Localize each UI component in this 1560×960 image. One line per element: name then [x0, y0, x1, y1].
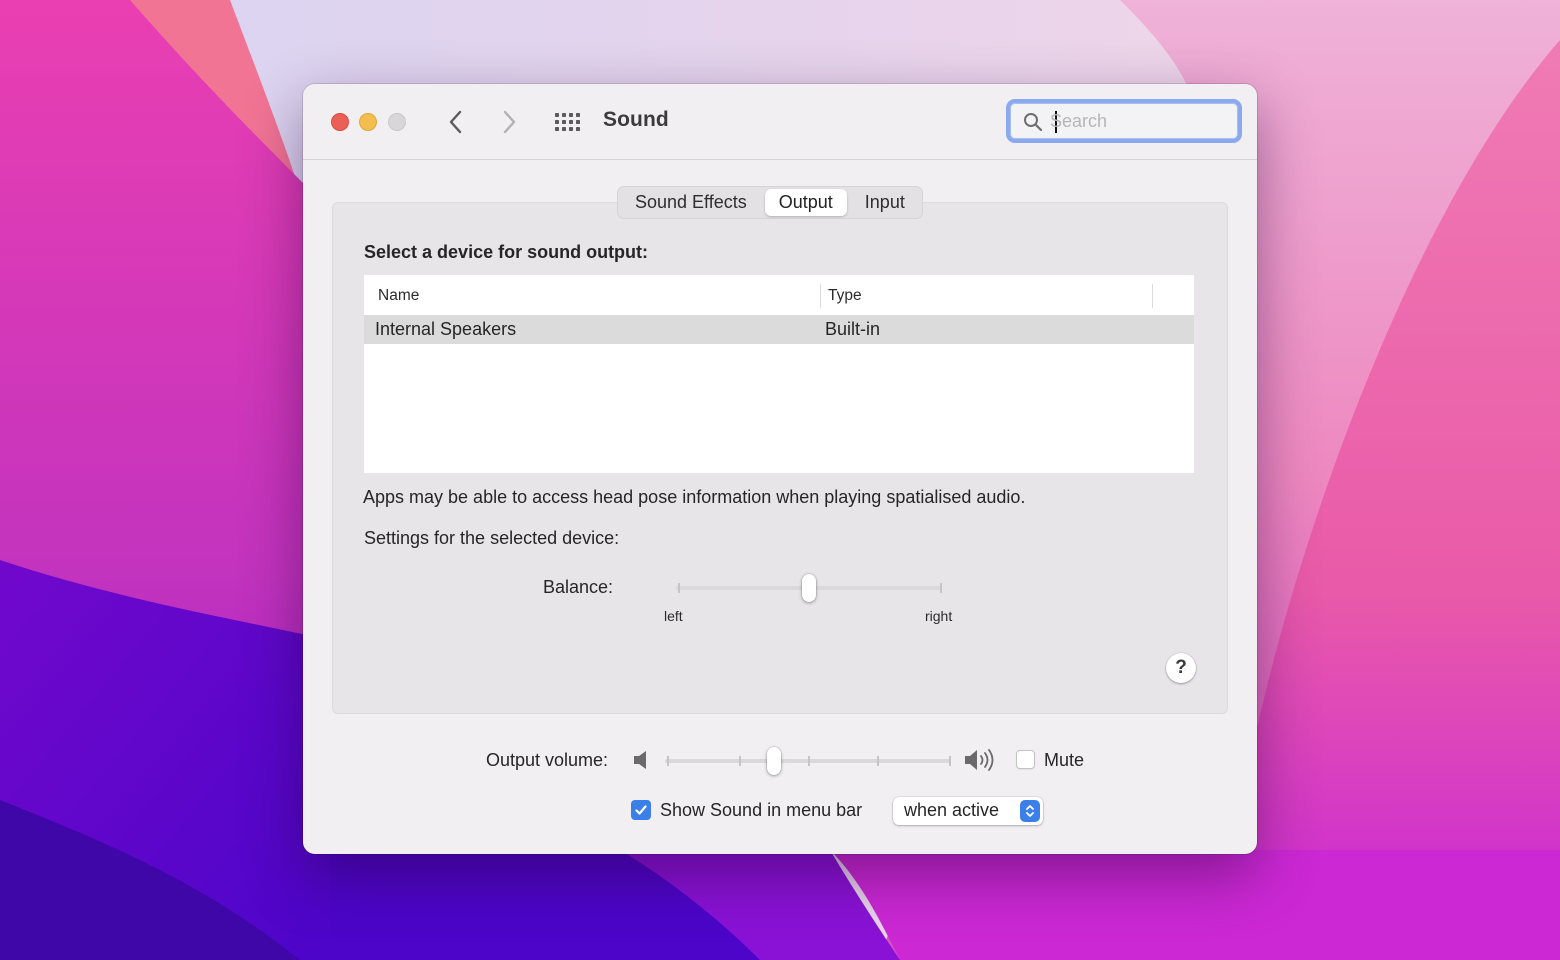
search-input[interactable] — [1050, 108, 1230, 134]
balance-slider[interactable] — [676, 573, 942, 603]
show-in-menu-bar-label[interactable]: Show Sound in menu bar — [660, 800, 862, 821]
slider-tick — [877, 756, 879, 766]
back-button[interactable] — [444, 108, 468, 136]
output-volume-slider[interactable] — [665, 746, 951, 776]
popup-value: when active — [904, 800, 1000, 820]
slider-tick — [667, 756, 669, 766]
speaker-high-icon — [965, 749, 994, 771]
output-volume-label: Output volume: — [486, 750, 609, 770]
output-device-table[interactable]: Name Type Internal Speakers Built-in — [364, 275, 1194, 473]
help-button[interactable]: ? — [1166, 653, 1196, 683]
device-settings-label: Settings for the selected device: — [364, 528, 620, 548]
tab-sound-effects[interactable]: Sound Effects — [621, 189, 761, 216]
window-title: Sound — [603, 108, 669, 131]
column-divider[interactable] — [1152, 284, 1153, 308]
slider-thumb[interactable] — [801, 574, 816, 602]
balance-left-label: left — [664, 608, 683, 624]
slider-tick — [949, 756, 951, 766]
grid-icon — [555, 113, 580, 131]
slider-thumb[interactable] — [767, 747, 782, 775]
table-row[interactable]: Internal Speakers Built-in — [364, 315, 1194, 344]
zoom-window-button[interactable] — [388, 113, 406, 131]
device-type: Built-in — [825, 319, 881, 339]
slider-tick — [808, 756, 810, 766]
mute-checkbox[interactable] — [1016, 750, 1035, 769]
balance-right-label: right — [925, 608, 953, 624]
title-bar: Sound — [303, 84, 1257, 160]
close-window-button[interactable] — [331, 113, 349, 131]
balance-label: Balance: — [543, 577, 614, 597]
mute-label[interactable]: Mute — [1044, 750, 1084, 771]
magnifier-icon — [1024, 113, 1043, 132]
tab-input[interactable]: Input — [851, 189, 919, 216]
menu-bar-visibility-popup[interactable]: when active — [893, 797, 1043, 825]
search-field[interactable] — [1006, 99, 1242, 143]
show-all-button[interactable] — [553, 110, 583, 134]
tab-output[interactable]: Output — [764, 189, 847, 216]
chevron-left-icon — [449, 110, 462, 134]
minimize-window-button[interactable] — [359, 113, 377, 131]
slider-tick — [678, 583, 680, 593]
slider-tick — [739, 756, 741, 766]
device-name: Internal Speakers — [375, 319, 517, 339]
section-title: Select a device for sound output: — [364, 242, 649, 262]
chevron-right-icon — [503, 110, 516, 134]
up-down-chevron-icon — [1020, 800, 1040, 822]
table-header: Name Type — [364, 275, 1194, 315]
forward-button[interactable] — [497, 108, 521, 136]
column-header-type[interactable]: Type — [828, 287, 862, 305]
slider-tick — [940, 583, 942, 593]
checkmark-icon — [635, 805, 647, 815]
tab-bar: Sound Effects Output Input — [617, 186, 923, 219]
column-divider[interactable] — [820, 284, 821, 308]
show-in-menu-bar-checkbox[interactable] — [631, 800, 651, 820]
speaker-low-icon — [634, 751, 646, 769]
spatial-audio-note: Apps may be able to access head pose inf… — [363, 487, 1026, 507]
column-header-name[interactable]: Name — [378, 287, 419, 305]
sound-preferences-window: Sound Sound Effects Output Input Select … — [303, 84, 1257, 854]
